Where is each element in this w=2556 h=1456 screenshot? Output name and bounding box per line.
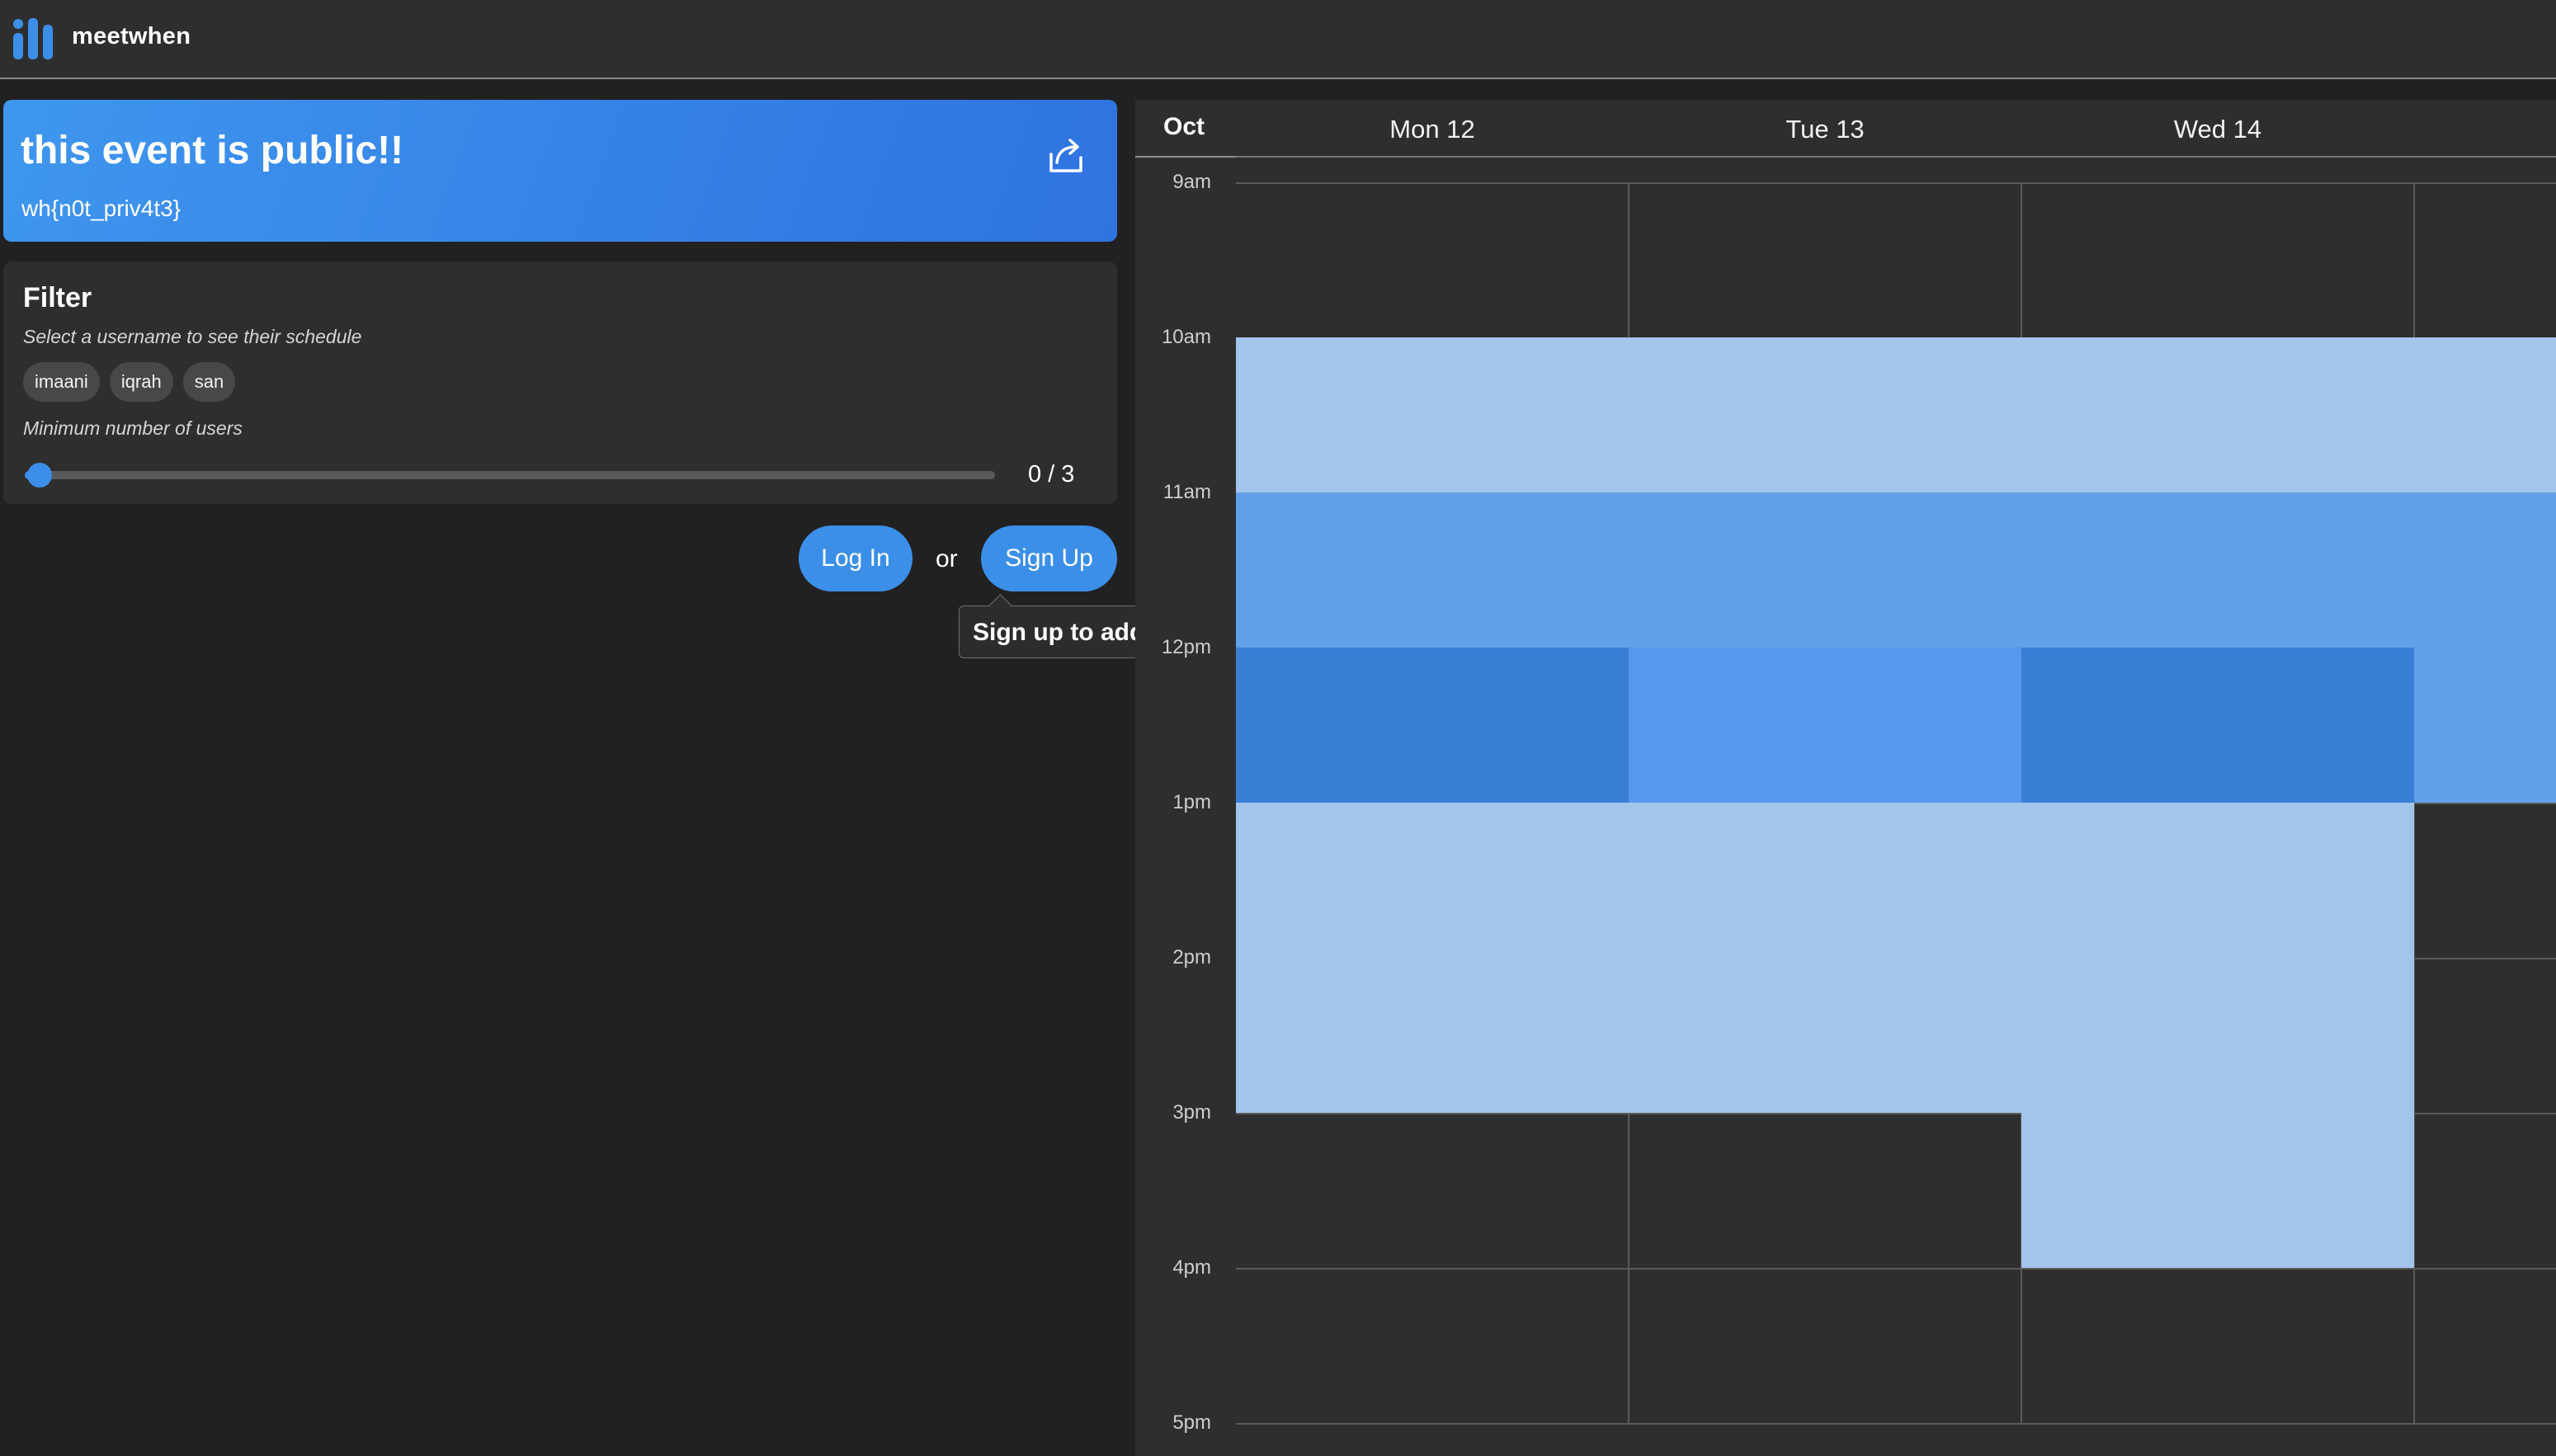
login-button[interactable]: Log In bbox=[799, 525, 913, 591]
filter-panel: Filter Select a username to see their sc… bbox=[3, 262, 1117, 504]
min-users-label: Minimum number of users bbox=[23, 417, 243, 439]
availability-block[interactable] bbox=[1236, 492, 1629, 648]
availability-block[interactable] bbox=[1236, 803, 1629, 1113]
availability-block[interactable] bbox=[1629, 648, 2021, 803]
hour-gridline bbox=[1236, 182, 2556, 184]
share-icon[interactable] bbox=[1045, 133, 1089, 177]
hour-label: 10am bbox=[1161, 326, 1211, 348]
hour-label: 5pm bbox=[1172, 1411, 1211, 1434]
slider-thumb[interactable] bbox=[27, 463, 52, 488]
filter-title: Filter bbox=[23, 282, 92, 313]
header-divider bbox=[1135, 156, 1236, 158]
app-logo-icon[interactable] bbox=[13, 18, 53, 59]
availability-block[interactable] bbox=[1629, 337, 2021, 492]
day-header: Tue 13 bbox=[1785, 115, 1865, 144]
or-separator: or bbox=[936, 545, 958, 573]
availability-calendar: Oct 9am 10am 11am 12pm 1pm 2pm 3pm 4pm 5pm Mon 12… bbox=[1135, 100, 2556, 1456]
availability-block[interactable] bbox=[1629, 803, 2021, 1113]
calendar-month: Oct bbox=[1163, 113, 1205, 140]
hour-label: 11am bbox=[1162, 481, 1211, 503]
auth-row: Log In or Sign Up bbox=[0, 525, 1117, 591]
event-description: wh{n0t_priv4t3} bbox=[21, 196, 182, 221]
hour-label: 3pm bbox=[1172, 1101, 1211, 1124]
availability-block[interactable] bbox=[2021, 648, 2414, 803]
user-chip-iqrah[interactable]: iqrah bbox=[109, 362, 173, 402]
availability-block[interactable] bbox=[2414, 492, 2556, 803]
availability-block[interactable] bbox=[2414, 337, 2556, 492]
user-chip-san[interactable]: san bbox=[182, 362, 236, 402]
signup-button[interactable]: Sign Up bbox=[981, 525, 1117, 591]
availability-block[interactable] bbox=[2021, 337, 2414, 492]
app-name[interactable]: meetwhen bbox=[72, 23, 191, 50]
event-card: this event is public!! wh{n0t_priv4t3} bbox=[3, 100, 1117, 242]
hour-label: 1pm bbox=[1172, 791, 1211, 813]
availability-block[interactable] bbox=[1236, 648, 1629, 803]
availability-block[interactable] bbox=[2021, 803, 2414, 1268]
event-title: this event is public!! bbox=[21, 129, 404, 172]
day-header: Wed 14 bbox=[2173, 115, 2262, 144]
hour-gridline bbox=[1236, 1423, 2556, 1425]
hour-label: 4pm bbox=[1172, 1256, 1211, 1279]
hour-label: 2pm bbox=[1172, 946, 1211, 968]
min-users-value: 0 / 3 bbox=[1028, 461, 1075, 488]
availability-block[interactable] bbox=[1629, 492, 2021, 648]
hour-label: 9am bbox=[1172, 171, 1211, 193]
hour-label: 12pm bbox=[1161, 636, 1211, 658]
availability-block[interactable] bbox=[2021, 492, 2414, 648]
user-chip-imaani[interactable]: imaani bbox=[23, 362, 100, 402]
filter-hint: Select a username to see their schedule bbox=[23, 326, 362, 347]
header-divider-days bbox=[1236, 156, 2556, 158]
hour-gridline bbox=[1236, 1268, 2556, 1270]
min-users-slider[interactable] bbox=[25, 463, 995, 488]
availability-block[interactable] bbox=[1236, 337, 1629, 492]
top-bar: meetwhen bbox=[0, 0, 2556, 79]
user-chip-list: imaani iqrah san bbox=[23, 362, 236, 402]
day-header: Mon 12 bbox=[1389, 115, 1475, 144]
